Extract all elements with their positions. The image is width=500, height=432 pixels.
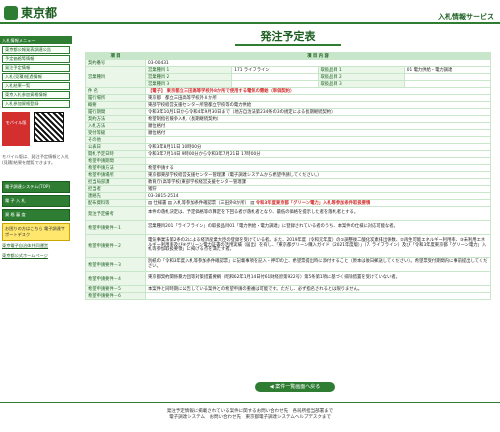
nav-bid-progress[interactable]: 入札(見積)経過情報 <box>2 73 70 81</box>
row-label: 連絡先 <box>85 192 146 200</box>
row-label: 履行場所 <box>85 94 146 102</box>
pdf-icon: ▤ <box>167 201 172 206</box>
row-value: 本案件と同時期に公告している案件との希望申請の重複は可能です。ただし、必ず指名さ… <box>145 285 491 293</box>
table-header-item: 項 目 <box>85 52 146 60</box>
tokyo-logo[interactable]: 東京都 <box>4 4 57 21</box>
row-label: 入札方法 <box>85 122 146 130</box>
row-value: 東部学校経営支援センター所管都立学校等の電力供給 <box>145 101 491 109</box>
main-content: 発注予定表 項 目項 目 内 容 契約番号 03-00431 営業種目 営業種目 1… <box>85 28 492 392</box>
row-value: 猪狩 <box>145 185 491 193</box>
table-header-content: 項 目 内 容 <box>145 52 491 60</box>
logo-text: 東京都 <box>21 6 58 20</box>
row-label: 発注予定備考 <box>85 206 146 221</box>
sub-label: 営業種目 1 <box>144 66 233 74</box>
mobile-section: モバイル版 <box>2 112 70 150</box>
joint-operation-link[interactable]: 東京電子自治体共同運営 <box>2 243 70 251</box>
nav-estimated-price[interactable]: 予定価格等情報 <box>2 55 70 63</box>
e-procurement-top-button[interactable]: 電子調達システム(TOP) <box>2 181 70 193</box>
doc-link[interactable]: 仕様書 <box>153 201 166 206</box>
row-label: その他 <box>85 136 146 144</box>
nav-qualification-register[interactable]: 入札参加資格登録 <box>2 100 70 108</box>
row-label: 契約番号 <box>85 59 146 67</box>
row-label: 希望申請期間 <box>85 157 146 165</box>
official-homepage-link[interactable]: 東京都公式ホームページ <box>2 253 70 261</box>
mobile-icon[interactable]: モバイル版 <box>2 112 30 146</box>
nav-qualification-info[interactable]: 東京入札参加資格情報 <box>2 91 70 99</box>
row-label: 希望申請要件－2 <box>85 234 146 258</box>
row-label: 開札予定日時 <box>85 150 146 158</box>
order-table: 項 目項 目 内 容 契約番号 03-00431 営業種目 営業種目 1 171 ライ… <box>85 52 492 300</box>
row-value: 【電子】 東京都立三田高等学校外8か所で使用する電気の需給（単価契約） <box>145 87 491 95</box>
sub-label: 取扱品目 1 <box>317 66 405 74</box>
row-label: 希望申請要件－3 <box>85 257 146 272</box>
row-label: 件 名 <box>85 87 146 95</box>
row-label: 希望申請方法 <box>85 164 146 172</box>
row-label: 営業種目 <box>85 66 146 88</box>
row-value: 03-00431 <box>145 59 491 67</box>
sidebar: 入札情報メニュー 東京都公報発表調達公告 予定価格等情報 発注予定情報 入札(見… <box>0 36 72 396</box>
service-title: 入札情報サービス <box>438 13 494 21</box>
row-label: 契約方法 <box>85 115 146 123</box>
nav-tokyo-procurement[interactable]: 東京都公報発表調達公告 <box>2 46 70 54</box>
row-value: 東京都 都立三田高等学校外８か所 <box>145 94 491 102</box>
row-value: 営業種目201「ライフライン」の取扱品目01「電力供給・電力調達」に登録されてい… <box>145 220 491 235</box>
tokyo-logo-icon <box>4 5 18 20</box>
row-value: 教育庁(高等学校)東部学校経営支援センター管理課 <box>145 178 491 186</box>
e-bid-button[interactable]: 電 子 入 札 <box>2 195 70 207</box>
footer-contact-2: 電子調達システム お問い合わせ先 東京都電子調達システムヘルプデスクまで <box>169 415 331 420</box>
row-value: 東京都東部学校経営支援センター管理課（電子調達システムから希望申請してください。… <box>145 171 491 179</box>
support-desk-banner[interactable]: お困りの方はこちら 電子調達サポートデスク <box>2 223 70 241</box>
page-footer: 発注予定情報に掲載されている案件に関するお問い合わせ先 各局所担当部署まで 電子… <box>0 402 500 432</box>
row-label: 希望申請要件－5 <box>85 285 146 293</box>
nav-order-schedule[interactable]: 発注予定情報 <box>2 64 70 72</box>
qr-code-icon <box>34 112 64 142</box>
row-value: 電気事業法第2条の2による経済産業大臣の登録を受けている者。また、2019年度（… <box>145 234 491 258</box>
row-value: 171 ライフライン <box>231 66 319 74</box>
nav-bid-results[interactable]: 入札結果一覧 <box>2 82 70 90</box>
sub-label: 営業種目 2 <box>144 73 233 81</box>
row-value: 順位格付 <box>145 122 491 130</box>
row-label: 公表日 <box>85 143 146 151</box>
row-label: 担当局部課 <box>85 178 146 186</box>
row-label: 受付等級 <box>85 129 146 137</box>
doc-link[interactable]: 入札等参加条件確認票（三田外8か所） <box>173 201 249 206</box>
row-value: 03-3815-2514 <box>145 192 491 200</box>
pdf-icon: ▤ <box>250 201 255 206</box>
row-value: 令和3年8月11日 10時00分 <box>145 143 491 151</box>
row-value: 令和3年7月14日 9時00分から令和3年7月21日 17時00分 <box>145 150 491 158</box>
row-value: 希望申請する <box>145 164 491 172</box>
row-value: 令和3年10月1日から令和4年9月30日まで（地方自治法第234条の3の規定によ… <box>145 108 491 116</box>
row-label: 希望申請要件－1 <box>85 220 146 235</box>
mobile-note: モバイル版は、発注予定情報と入札(見積)結果を閲覧できます。 <box>2 154 70 165</box>
qualification-button[interactable]: 資 格 審 査 <box>2 209 70 221</box>
sub-label: 営業種目 3 <box>144 80 233 88</box>
row-value: 希望制指名競争入札（長期継続契約） <box>145 115 491 123</box>
row-label: 配布資料等 <box>85 199 146 207</box>
title-underline <box>235 44 341 46</box>
row-label: 希望申請場所 <box>85 171 146 179</box>
doc-link[interactable]: 令和3年度東京都「グリーン電力」入札等参加条件取扱要領 <box>256 201 371 206</box>
row-value: 本件の落札決定は、予定価格等の算定を下回る者が落札者となり、最低の価格を提示した… <box>145 206 491 221</box>
sub-label: 取扱品目 2 <box>317 73 405 81</box>
sidebar-heading: 入札情報メニュー <box>0 36 72 44</box>
sub-label: 取扱品目 3 <box>317 80 405 88</box>
pdf-icon: ▤ <box>148 201 153 206</box>
row-value: 別紙の「令和3年度入札等参加条件確認票」に記載事項を記入・押印の上、希望票提出時… <box>145 257 491 272</box>
row-label: 希望申請要件－6 <box>85 292 146 300</box>
row-value: 順位格付 <box>145 129 491 137</box>
row-label: 概要 <box>85 101 146 109</box>
row-label: 希望申請要件－4 <box>85 271 146 286</box>
row-label: 担当者 <box>85 185 146 193</box>
row-value: 01 電力供給・電力調達 <box>403 66 492 74</box>
row-value: 東京都契約関係暴力団等対策措置要綱（昭和62年1月14日付61財経庶第922号）… <box>145 271 491 286</box>
back-to-list-button[interactable]: ◀ 案件一覧画面へ戻る <box>255 382 335 392</box>
row-label: 履行期間 <box>85 108 146 116</box>
site-header: 東京都 入札情報サービス <box>0 0 500 24</box>
